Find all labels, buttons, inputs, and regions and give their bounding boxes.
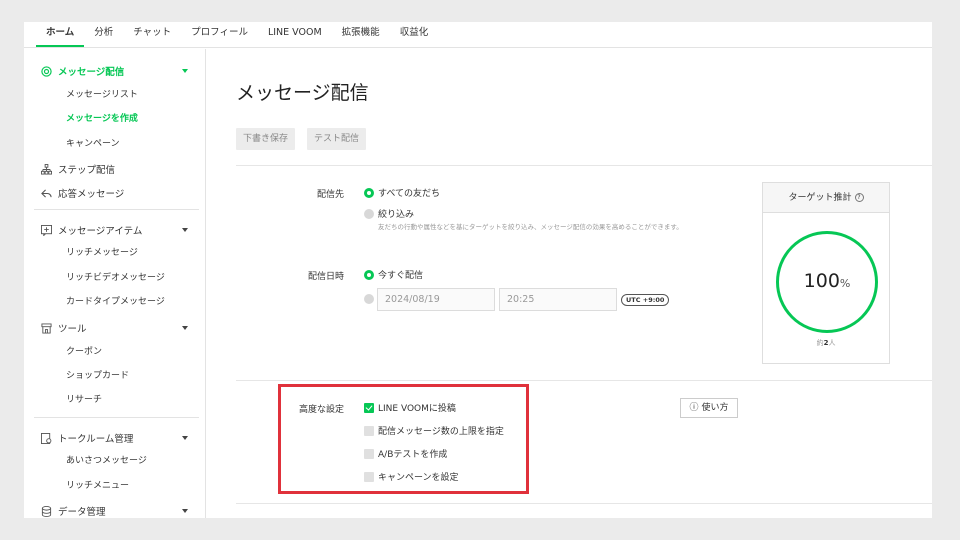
target-percent-value: 100	[803, 270, 840, 292]
shop-icon	[40, 322, 52, 334]
sidebar-item-chatroom[interactable]: トークルーム管理	[40, 430, 133, 446]
divider	[236, 380, 932, 381]
chatroom-gear-icon	[40, 432, 52, 444]
filter-label: 絞り込み	[378, 210, 415, 220]
target-ring: 100%	[776, 231, 878, 333]
page-title: メッセージ配信	[236, 82, 369, 104]
approx-suffix: 人	[828, 339, 836, 347]
chevron-down-icon[interactable]	[182, 69, 188, 73]
tab-profile[interactable]: プロフィール	[181, 22, 258, 47]
tab-chat[interactable]: チャット	[123, 22, 181, 47]
sidebar-item-rich-message[interactable]: リッチメッセージ	[66, 246, 138, 260]
sidebar-item-card-message[interactable]: カードタイプメッセージ	[66, 295, 165, 309]
radio-schedule[interactable]	[364, 294, 374, 304]
recipients-label: 配信先	[316, 190, 344, 200]
chevron-down-icon[interactable]	[182, 509, 188, 513]
target-percent-sign: %	[839, 277, 851, 290]
sidebar-item-message-list[interactable]: メッセージリスト	[66, 88, 138, 102]
sidebar-item-label: トークルーム管理	[58, 434, 134, 445]
radio-send-now[interactable]	[364, 270, 374, 280]
target-estimate-title: ターゲット推計	[788, 193, 852, 203]
sidebar-item-message-delivery[interactable]: メッセージ配信	[40, 63, 124, 79]
sidebar-item-coupon[interactable]: クーポン	[66, 345, 102, 359]
chevron-down-icon[interactable]	[182, 326, 188, 330]
time-field[interactable]: 20:25	[499, 288, 617, 311]
highlight-box	[278, 384, 529, 494]
divider	[34, 209, 199, 210]
how-to-use-label: 使い方	[701, 403, 729, 413]
sidebar-item-tools[interactable]: ツール	[40, 320, 87, 336]
divider	[236, 503, 932, 504]
database-icon	[40, 505, 52, 517]
sidebar-item-rich-video-message[interactable]: リッチビデオメッセージ	[66, 271, 165, 285]
timezone-badge: UTC +9:00	[621, 294, 670, 306]
sidebar-item-label: メッセージ配信	[58, 67, 125, 78]
target-icon	[40, 65, 52, 77]
info-icon: ⓘ	[689, 403, 699, 413]
message-plus-icon	[40, 224, 52, 236]
test-send-button[interactable]: テスト配信	[307, 128, 367, 150]
sidebar-item-label: メッセージアイテム	[58, 226, 143, 237]
app-window: ホーム 分析 チャット プロフィール LINE VOOM 拡張機能 収益化 メッ…	[24, 22, 932, 518]
send-now-label: 今すぐ配信	[378, 271, 424, 281]
date-field[interactable]: 2024/08/19	[377, 288, 495, 311]
approx-prefix: 約	[816, 339, 824, 347]
sidebar-item-label: データ管理	[58, 507, 106, 518]
target-estimate-card: ターゲット推計? 100% 約2人	[762, 182, 890, 364]
sidebar-item-campaign[interactable]: キャンペーン	[66, 137, 120, 151]
reply-icon	[40, 187, 52, 199]
radio-filter[interactable]	[364, 209, 374, 219]
target-approx-count: 約2人	[763, 338, 889, 348]
tab-analytics[interactable]: 分析	[84, 22, 123, 47]
tab-line-voom[interactable]: LINE VOOM	[258, 22, 332, 47]
all-friends-label: すべての友だち	[378, 189, 441, 199]
sidebar-item-auto-response[interactable]: 応答メッセージ	[40, 185, 124, 201]
sidebar-item-greeting-message[interactable]: あいさつメッセージ	[66, 454, 147, 468]
sidebar-item-label: 応答メッセージ	[58, 189, 125, 200]
sidebar-item-message-items[interactable]: メッセージアイテム	[40, 222, 142, 238]
chevron-down-icon[interactable]	[182, 436, 188, 440]
chevron-down-icon[interactable]	[182, 228, 188, 232]
tab-extensions[interactable]: 拡張機能	[332, 22, 390, 47]
save-draft-button[interactable]: 下書き保存	[236, 128, 296, 150]
sidebar-item-rich-menu[interactable]: リッチメニュー	[66, 479, 129, 493]
sidebar-item-research[interactable]: リサーチ	[66, 393, 102, 407]
top-nav: ホーム 分析 チャット プロフィール LINE VOOM 拡張機能 収益化	[24, 22, 932, 48]
schedule-label: 配信日時	[307, 272, 344, 282]
sidebar-item-step-delivery[interactable]: ステップ配信	[40, 161, 115, 177]
sidebar-item-shop-card[interactable]: ショップカード	[66, 369, 129, 383]
filter-hint: 友だちの行動や属性などを基にターゲットを絞り込み、メッセージ配信の効果を高めるこ…	[378, 223, 683, 231]
divider	[34, 417, 199, 418]
divider	[236, 165, 932, 166]
target-estimate-header: ターゲット推計?	[763, 183, 889, 213]
radio-all-friends[interactable]	[364, 188, 374, 198]
how-to-use-button[interactable]: ⓘ 使い方	[680, 398, 738, 418]
sidebar-item-create-message[interactable]: メッセージを作成	[66, 112, 138, 126]
target-percent: 100%	[779, 270, 875, 292]
sidebar-item-data[interactable]: データ管理	[40, 503, 106, 518]
hierarchy-icon	[40, 163, 52, 175]
sidebar-item-label: ツール	[58, 324, 87, 335]
sidebar-item-label: ステップ配信	[58, 165, 116, 176]
tab-monetization[interactable]: 収益化	[390, 22, 439, 47]
tab-home[interactable]: ホーム	[36, 22, 85, 47]
sidebar: メッセージ配信 メッセージリスト メッセージを作成 キャンペーン ステップ配信 …	[24, 49, 206, 518]
help-icon[interactable]: ?	[854, 193, 864, 202]
